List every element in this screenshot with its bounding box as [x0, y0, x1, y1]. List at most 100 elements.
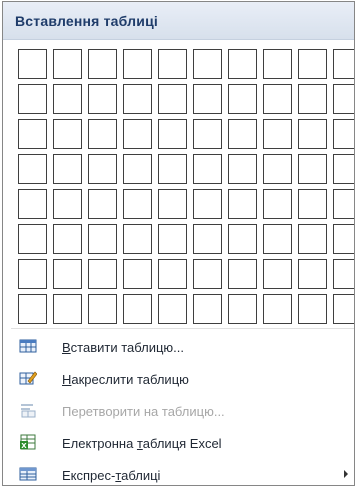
grid-cell[interactable] [298, 259, 327, 289]
grid-cell[interactable] [158, 119, 187, 149]
grid-cell[interactable] [53, 49, 82, 79]
grid-cell[interactable] [333, 259, 354, 289]
grid-cell[interactable] [123, 259, 152, 289]
menu-item-convert-to-table: Перетворити на таблицю... [3, 396, 354, 428]
grid-cell[interactable] [88, 294, 117, 324]
grid-cell[interactable] [228, 294, 257, 324]
menu-item-excel-spreadsheet[interactable]: X Електронна таблиця Excel [3, 428, 354, 460]
excel-sheet-icon: X [19, 434, 37, 450]
grid-cell[interactable] [333, 154, 354, 184]
grid-cell[interactable] [18, 224, 47, 254]
grid-cell[interactable] [333, 49, 354, 79]
grid-cell[interactable] [123, 294, 152, 324]
menu-item-label: Накреслити таблицю [62, 372, 189, 387]
grid-cell[interactable] [298, 119, 327, 149]
grid-cell[interactable] [53, 224, 82, 254]
grid-cell[interactable] [88, 259, 117, 289]
grid-cell[interactable] [298, 294, 327, 324]
grid-cell[interactable] [53, 119, 82, 149]
grid-cell[interactable] [88, 154, 117, 184]
table-size-grid [18, 49, 354, 324]
grid-cell[interactable] [193, 189, 222, 219]
grid-cell[interactable] [123, 84, 152, 114]
grid-cell[interactable] [158, 49, 187, 79]
table-icon [19, 338, 37, 354]
grid-cell[interactable] [228, 259, 257, 289]
grid-cell[interactable] [88, 189, 117, 219]
grid-cell[interactable] [333, 224, 354, 254]
grid-cell[interactable] [18, 189, 47, 219]
grid-cell[interactable] [158, 154, 187, 184]
grid-cell[interactable] [263, 119, 292, 149]
grid-cell[interactable] [88, 49, 117, 79]
grid-cell[interactable] [263, 189, 292, 219]
grid-cell[interactable] [123, 189, 152, 219]
grid-cell[interactable] [53, 84, 82, 114]
grid-cell[interactable] [18, 259, 47, 289]
grid-cell[interactable] [53, 154, 82, 184]
grid-cell[interactable] [263, 49, 292, 79]
grid-cell[interactable] [263, 154, 292, 184]
grid-cell[interactable] [228, 154, 257, 184]
menu-item-label: Експрес-таблиці [62, 468, 161, 483]
grid-cell[interactable] [228, 49, 257, 79]
grid-cell[interactable] [333, 189, 354, 219]
grid-cell[interactable] [123, 224, 152, 254]
grid-cell[interactable] [228, 224, 257, 254]
pencil-table-icon [19, 370, 38, 386]
grid-cell[interactable] [18, 84, 47, 114]
svg-text:X: X [21, 442, 27, 450]
convert-text-icon [19, 402, 37, 418]
grid-cell[interactable] [123, 49, 152, 79]
grid-cell[interactable] [123, 119, 152, 149]
grid-cell[interactable] [53, 189, 82, 219]
menu-items: Вставити таблицю... Накреслити таблицю Пер… [3, 332, 354, 485]
grid-cell[interactable] [158, 84, 187, 114]
grid-cell[interactable] [263, 259, 292, 289]
grid-cell[interactable] [53, 294, 82, 324]
grid-cell[interactable] [333, 294, 354, 324]
grid-cell[interactable] [123, 154, 152, 184]
menu-item-label: Перетворити на таблицю... [62, 404, 225, 419]
grid-cell[interactable] [263, 84, 292, 114]
grid-cell[interactable] [18, 294, 47, 324]
grid-cell[interactable] [193, 224, 222, 254]
grid-cell[interactable] [228, 84, 257, 114]
grid-cell[interactable] [88, 119, 117, 149]
grid-cell[interactable] [298, 154, 327, 184]
insert-table-menu: Вставлення таблиці Вставити таблицю... На… [2, 1, 355, 486]
grid-cell[interactable] [193, 259, 222, 289]
grid-cell[interactable] [298, 224, 327, 254]
grid-cell[interactable] [193, 119, 222, 149]
quick-tables-icon [19, 466, 37, 482]
grid-cell[interactable] [18, 49, 47, 79]
menu-item-draw-table[interactable]: Накреслити таблицю [3, 364, 354, 396]
grid-cell[interactable] [158, 224, 187, 254]
grid-cell[interactable] [333, 119, 354, 149]
grid-cell[interactable] [228, 189, 257, 219]
grid-cell[interactable] [298, 49, 327, 79]
grid-cell[interactable] [228, 119, 257, 149]
menu-item-quick-tables[interactable]: Експрес-таблиці [3, 460, 354, 485]
grid-cell[interactable] [298, 189, 327, 219]
grid-cell[interactable] [88, 84, 117, 114]
grid-cell[interactable] [193, 154, 222, 184]
menu-title: Вставлення таблиці [15, 13, 158, 29]
grid-cell[interactable] [18, 154, 47, 184]
grid-cell[interactable] [193, 49, 222, 79]
grid-cell[interactable] [18, 119, 47, 149]
grid-cell[interactable] [158, 294, 187, 324]
grid-cell[interactable] [263, 294, 292, 324]
grid-cell[interactable] [193, 294, 222, 324]
grid-cell[interactable] [158, 259, 187, 289]
menu-item-insert-table[interactable]: Вставити таблицю... [3, 332, 354, 364]
grid-cell[interactable] [53, 259, 82, 289]
grid-cell[interactable] [88, 224, 117, 254]
grid-cell[interactable] [263, 224, 292, 254]
grid-cell[interactable] [158, 189, 187, 219]
grid-cell[interactable] [298, 84, 327, 114]
menu-item-label: Вставити таблицю... [62, 340, 184, 355]
grid-cell[interactable] [333, 84, 354, 114]
menu-separator [11, 328, 354, 329]
grid-cell[interactable] [193, 84, 222, 114]
